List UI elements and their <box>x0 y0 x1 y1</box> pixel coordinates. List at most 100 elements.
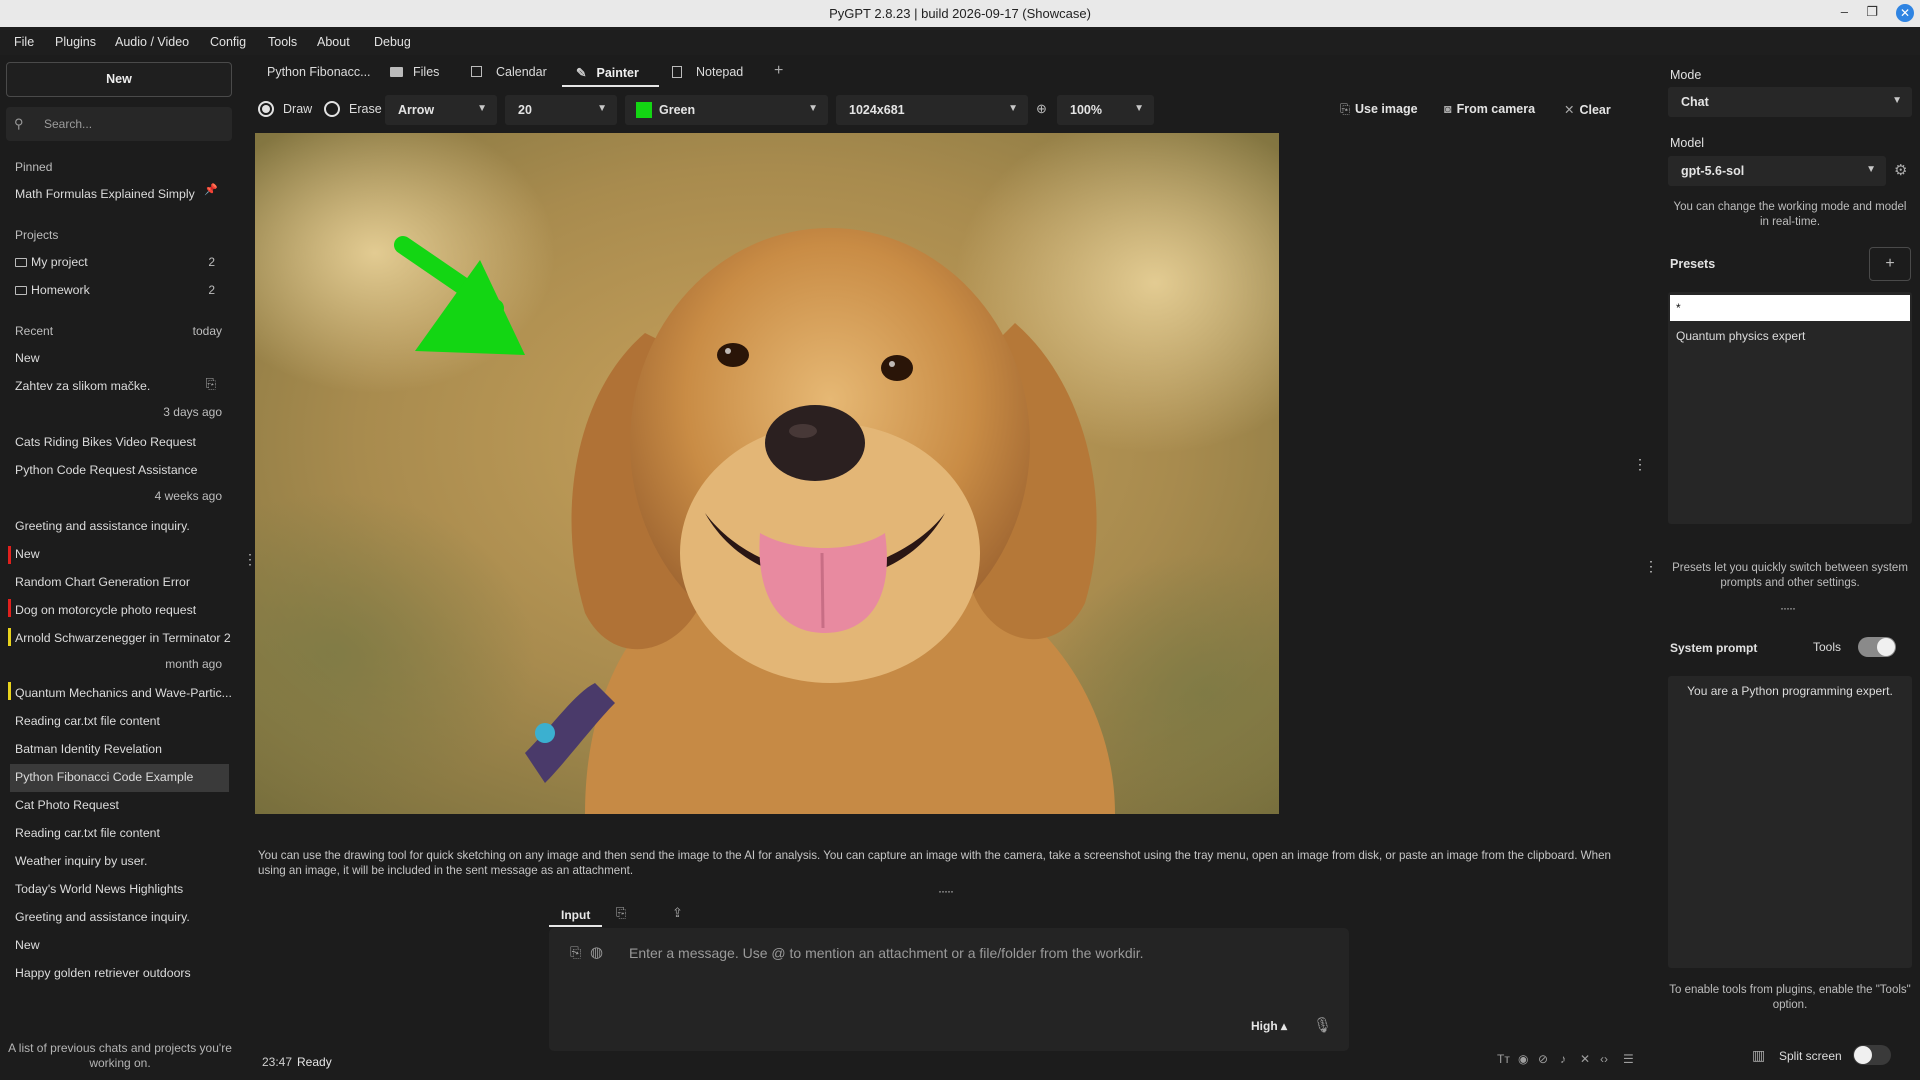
project-item[interactable]: My project <box>15 255 88 269</box>
chat-item[interactable]: Zahtev za slikom mačke. <box>15 379 150 393</box>
preset-item-selected[interactable]: * <box>1670 295 1910 321</box>
chat-item[interactable]: Python Code Request Assistance <box>15 463 198 477</box>
chat-item[interactable]: Today's World News Highlights <box>15 882 183 896</box>
draw-radio[interactable] <box>258 101 274 117</box>
recent-header: Recent <box>15 324 54 338</box>
from-camera-button[interactable]: ◙ From camera <box>1444 102 1535 116</box>
font-size-icon[interactable]: Tт <box>1497 1052 1510 1066</box>
upload-tab-icon[interactable]: ⇪ <box>672 905 683 921</box>
chevron-down-icon: ▼ <box>808 103 818 114</box>
hide-icon[interactable]: ⊘ <box>1538 1052 1548 1066</box>
draw-label: Draw <box>283 102 313 116</box>
search-input[interactable]: Search... <box>44 117 92 131</box>
input-tab-indicator <box>549 925 602 927</box>
menu-plugins[interactable]: Plugins <box>55 35 96 49</box>
menu-debug[interactable]: Debug <box>374 35 411 49</box>
chat-item[interactable]: Quantum Mechanics and Wave-Partic... <box>15 686 232 700</box>
tools-toggle[interactable] <box>1858 637 1896 657</box>
chat-item[interactable]: Greeting and assistance inquiry. <box>15 519 190 533</box>
brush-type-select[interactable]: Arrow ▼ <box>385 95 497 125</box>
brush-size-select[interactable]: 20 ▼ <box>505 95 617 125</box>
chat-item[interactable]: Arnold Schwarzenegger in Terminator 2 <box>15 631 231 645</box>
tab-python-fibonacci[interactable]: Python Fibonacc... <box>267 65 371 79</box>
menu-audio-video[interactable]: Audio / Video <box>115 35 189 49</box>
vertical-splitter-handle[interactable]: ····· <box>938 884 954 898</box>
tab-painter[interactable]: ✎ Painter <box>576 65 639 80</box>
code-icon[interactable]: ‹› <box>1600 1052 1608 1066</box>
mute-icon[interactable]: ✕ <box>1580 1052 1590 1066</box>
painter-canvas[interactable] <box>255 133 1279 814</box>
canvas-size-select[interactable]: 1024x681 ▼ <box>836 95 1028 125</box>
canvas-splitter-handle[interactable]: ⋮ <box>1633 457 1647 471</box>
microphone-icon[interactable]: 🎙 <box>1313 1016 1332 1034</box>
projects-header: Projects <box>15 228 59 242</box>
project-name: Homework <box>31 283 90 297</box>
chat-item[interactable]: Random Chart Generation Error <box>15 575 190 589</box>
system-prompt-text[interactable]: You are a Python programming expert. <box>1668 684 1912 698</box>
use-image-button[interactable]: ⎘ Use image <box>1340 102 1418 117</box>
chat-item-selected[interactable]: Python Fibonacci Code Example <box>15 770 193 784</box>
presets-hint: Presets let you quickly switch between s… <box>1672 562 1908 589</box>
message-input[interactable]: Enter a message. Use @ to mention an att… <box>629 945 1144 961</box>
use-image-label: Use image <box>1355 102 1418 116</box>
database-icon[interactable]: ☰ <box>1623 1052 1634 1066</box>
eye-icon[interactable]: ◉ <box>1518 1052 1528 1066</box>
paperclip-icon[interactable]: ⎘ <box>570 944 581 961</box>
menu-config[interactable]: Config <box>210 35 246 49</box>
globe-icon[interactable]: ◍ <box>590 943 603 961</box>
chat-item[interactable]: Batman Identity Revelation <box>15 742 162 756</box>
mode-select[interactable]: Chat ▼ <box>1668 87 1912 117</box>
system-prompt-box[interactable]: You are a Python programming expert. <box>1668 676 1912 968</box>
add-preset-button[interactable]: + <box>1869 247 1911 281</box>
right-splitter-handle[interactable]: ⋮ <box>1644 559 1658 573</box>
maximize-button[interactable]: ❐ <box>1866 4 1878 20</box>
chat-item[interactable]: New <box>15 547 40 561</box>
chat-item[interactable]: Reading car.txt file content <box>15 826 160 840</box>
model-select[interactable]: gpt-5.6-sol ▼ <box>1668 156 1886 186</box>
chat-item[interactable]: New <box>15 938 40 952</box>
message-input-box[interactable]: ⎘ ◍ Enter a message. Use @ to mention an… <box>549 928 1349 1051</box>
zoom-select[interactable]: 100% ▼ <box>1057 95 1154 125</box>
folder-icon <box>390 67 403 77</box>
search-icon: ⚲ <box>14 116 24 131</box>
clear-button[interactable]: ✕ Clear <box>1564 102 1611 117</box>
calendar-icon <box>471 66 482 77</box>
tab-notepad[interactable]: Notepad <box>672 65 743 79</box>
chat-item[interactable]: Happy golden retriever outdoors <box>15 966 191 980</box>
split-screen-toggle[interactable] <box>1853 1045 1891 1065</box>
chat-item[interactable]: Cats Riding Bikes Video Request <box>15 435 196 449</box>
close-button[interactable]: ✕ <box>1896 4 1914 22</box>
chat-item[interactable]: New <box>15 351 40 365</box>
presets-list: * Quantum physics expert <box>1668 292 1912 524</box>
chat-item[interactable]: Greeting and assistance inquiry. <box>15 910 190 924</box>
add-tab-button[interactable]: + <box>774 62 783 80</box>
pinned-item[interactable]: Math Formulas Explained Simply <box>15 187 195 201</box>
new-chat-button[interactable]: New <box>6 62 232 97</box>
menu-tools[interactable]: Tools <box>268 35 297 49</box>
preset-item[interactable]: Quantum physics expert <box>1676 329 1805 343</box>
chat-item[interactable]: Dog on motorcycle photo request <box>15 603 196 617</box>
tab-files[interactable]: Files <box>390 65 439 79</box>
menu-about[interactable]: About <box>317 35 350 49</box>
mode-value: Chat <box>1681 95 1709 109</box>
zoom-icon: ⊕ <box>1036 101 1047 116</box>
tab-calendar[interactable]: Calendar <box>471 65 547 79</box>
erase-radio[interactable] <box>324 101 340 117</box>
tab-input[interactable]: Input <box>561 908 590 922</box>
gear-icon[interactable]: ⚙ <box>1894 161 1907 179</box>
color-select[interactable]: Green ▼ <box>625 95 828 125</box>
menu-file[interactable]: File <box>14 35 34 49</box>
chat-item[interactable]: Reading car.txt file content <box>15 714 160 728</box>
quality-select[interactable]: High ▴ <box>1251 1019 1287 1033</box>
search-box[interactable]: ⚲ Search... <box>6 107 232 141</box>
minimize-button[interactable]: – <box>1841 4 1848 19</box>
mic-status-icon[interactable]: ♪ <box>1560 1052 1566 1066</box>
presets-splitter-handle[interactable]: ····· <box>1780 601 1796 615</box>
chat-item[interactable]: Weather inquiry by user. <box>15 854 147 868</box>
chat-item[interactable]: Cat Photo Request <box>15 798 119 812</box>
attachments-tab-icon[interactable]: ⎘ <box>616 905 626 921</box>
tab-files-label: Files <box>413 65 440 79</box>
project-count: 2 <box>208 255 215 269</box>
folder-icon <box>15 286 27 295</box>
project-item[interactable]: Homework <box>15 283 90 297</box>
